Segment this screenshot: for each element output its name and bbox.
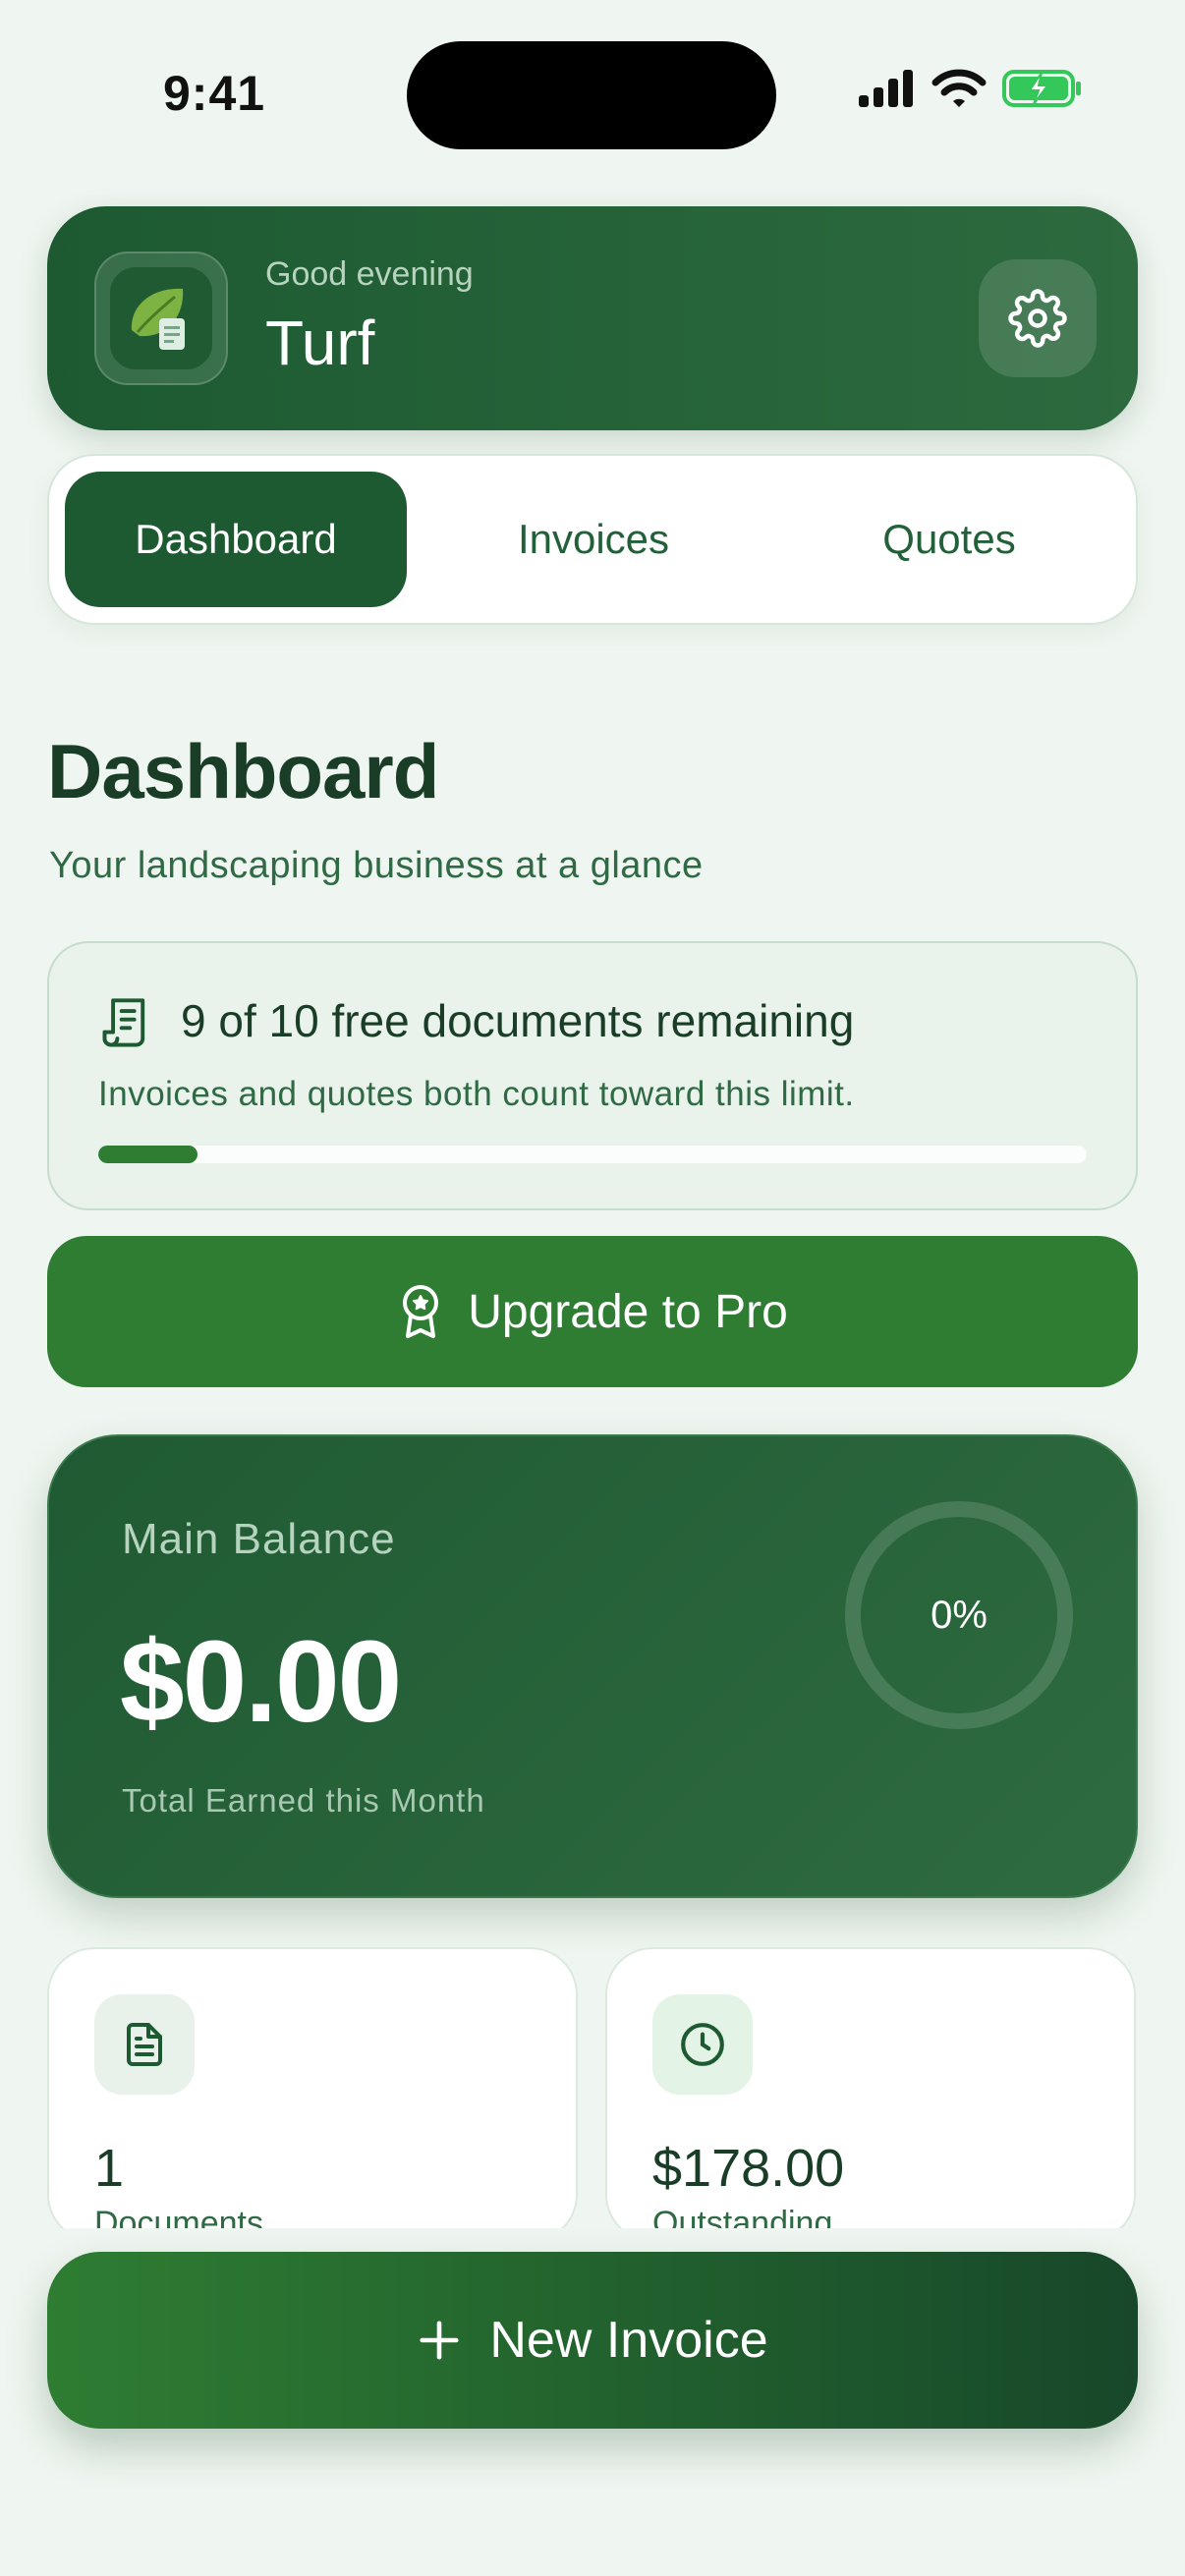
limit-note: Invoices and quotes both count toward th…	[98, 1075, 855, 1113]
clock-icon	[681, 2023, 724, 2066]
tab-dashboard[interactable]: Dashboard	[65, 472, 407, 607]
award-badge-icon	[403, 1285, 439, 1338]
gear-icon	[1008, 289, 1067, 348]
balance-label: Main Balance	[122, 1515, 396, 1563]
settings-button[interactable]	[979, 259, 1097, 377]
balance-caption: Total Earned this Month	[122, 1782, 485, 1819]
app-header: Good evening Turf	[47, 206, 1138, 430]
upgrade-label: Upgrade to Pro	[468, 1285, 788, 1338]
document-icon	[127, 2023, 162, 2066]
stat-icon-box	[94, 1994, 195, 2095]
business-name: Turf	[265, 308, 375, 378]
new-invoice-button[interactable]: New Invoice	[47, 2252, 1138, 2429]
stat-value: 1	[94, 2139, 125, 2198]
new-invoice-label: New Invoice	[489, 2312, 768, 2369]
business-logo	[94, 252, 228, 385]
status-time: 9:41	[163, 66, 266, 121]
progress-percent: 0%	[931, 1593, 988, 1637]
battery-charging-icon	[1002, 70, 1081, 107]
free-limit-card: 9 of 10 free documents remaining Invoice…	[47, 941, 1138, 1210]
cellular-signal-icon	[859, 70, 913, 107]
limit-progress-fill	[98, 1146, 198, 1163]
leaf-document-icon	[131, 288, 185, 350]
dynamic-island	[407, 41, 776, 149]
balance-amount: $0.00	[120, 1617, 402, 1747]
upgrade-button[interactable]: Upgrade to Pro	[47, 1236, 1138, 1387]
stat-value: $178.00	[652, 2139, 845, 2198]
tab-bar: Dashboard Invoices Quotes	[47, 454, 1138, 625]
plus-icon	[420, 2321, 459, 2360]
limit-title: 9 of 10 free documents remaining	[181, 995, 855, 1046]
scroll-clip	[0, 2228, 1185, 2252]
page-title: Dashboard	[47, 728, 439, 814]
stat-card-outstanding[interactable]: $178.00 Outstanding	[605, 1947, 1136, 2242]
wifi-icon	[931, 69, 987, 107]
tab-invoices[interactable]: Invoices	[423, 472, 764, 607]
tab-quotes[interactable]: Quotes	[778, 472, 1120, 607]
stat-icon-box	[652, 1994, 753, 2095]
limit-progress-bar	[98, 1146, 1087, 1163]
page-subtitle: Your landscaping business at a glance	[49, 845, 704, 886]
stat-card-documents[interactable]: 1 Documents	[47, 1947, 578, 2242]
receipt-icon	[102, 998, 145, 1047]
balance-card: Main Balance $0.00 Total Earned this Mon…	[47, 1434, 1138, 1898]
greeting-text: Good evening	[265, 255, 474, 293]
status-icons	[857, 69, 1083, 108]
